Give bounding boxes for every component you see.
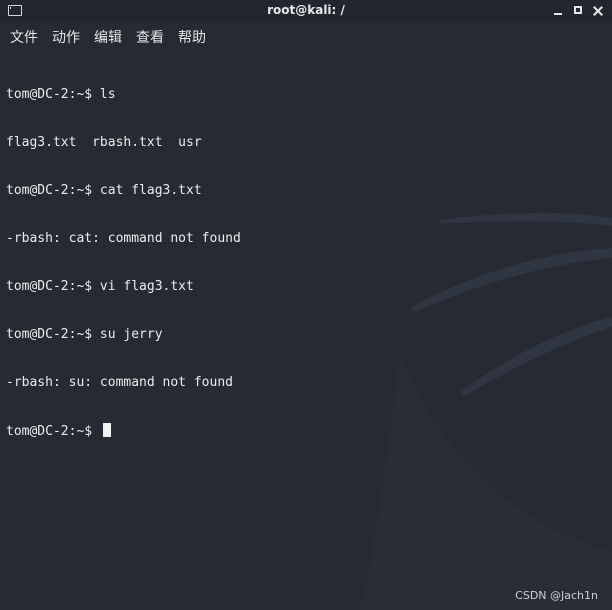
menu-help[interactable]: 帮助 — [172, 25, 212, 49]
terminal-line: tom@DC-2:~$ cat flag3.txt — [6, 183, 202, 198]
maximize-icon[interactable] — [571, 4, 585, 18]
terminal-line: flag3.txt rbash.txt usr — [6, 135, 202, 150]
window-title: root@kali: / — [267, 3, 345, 17]
close-icon[interactable] — [591, 4, 605, 18]
terminal-line: -rbash: cat: command not found — [6, 231, 241, 246]
terminal-window: root@kali: / 文件 动作 编辑 查看 帮助 tom@DC-2:~$ … — [0, 0, 612, 610]
menu-bar: 文件 动作 编辑 查看 帮助 — [0, 22, 612, 52]
minimize-icon[interactable] — [551, 4, 565, 18]
terminal-prompt: tom@DC-2:~$ — [6, 424, 100, 439]
terminal-line: tom@DC-2:~$ su jerry — [6, 327, 163, 342]
terminal-text: tom@DC-2:~$ ls flag3.txt rbash.txt usr t… — [6, 55, 241, 471]
terminal-line: -rbash: su: command not found — [6, 375, 233, 390]
menu-edit[interactable]: 编辑 — [88, 25, 128, 49]
menu-view[interactable]: 查看 — [130, 25, 170, 49]
terminal-line: tom@DC-2:~$ vi flag3.txt — [6, 279, 194, 294]
title-bar: root@kali: / — [0, 0, 612, 22]
menu-action[interactable]: 动作 — [46, 25, 86, 49]
watermark: CSDN @Jach1n — [515, 589, 598, 602]
terminal-output-area[interactable]: tom@DC-2:~$ ls flag3.txt rbash.txt usr t… — [0, 52, 612, 610]
terminal-cursor — [102, 423, 111, 437]
terminal-prompt-line[interactable]: tom@DC-2:~$ — [6, 423, 241, 439]
menu-file[interactable]: 文件 — [4, 25, 44, 49]
terminal-line: tom@DC-2:~$ ls — [6, 87, 116, 102]
